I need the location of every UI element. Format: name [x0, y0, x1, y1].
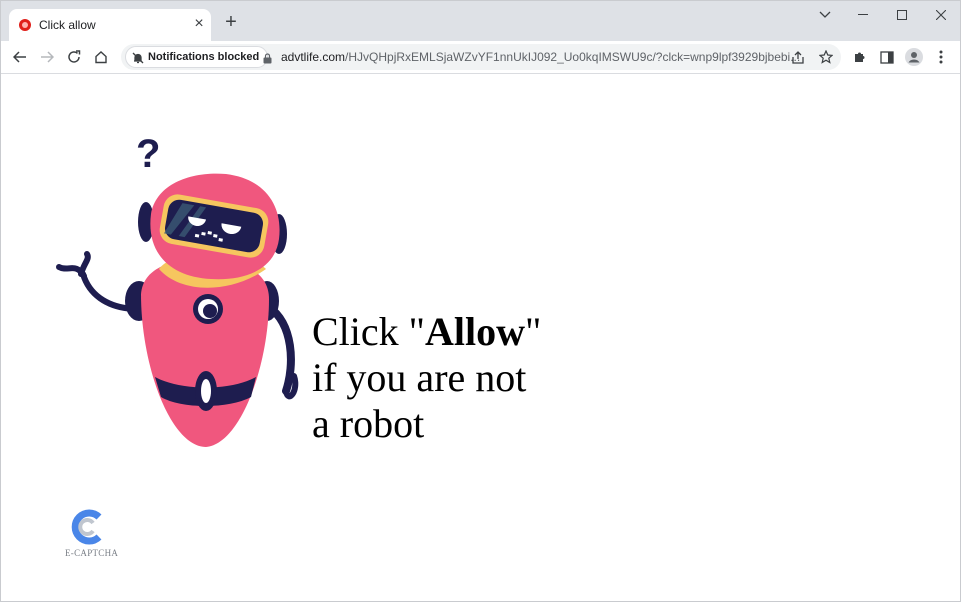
headline-text-start: Click ": [312, 309, 425, 354]
maximize-icon[interactable]: [891, 5, 913, 25]
address-bar[interactable]: Notifications blocked advtlife.com/HJvQH…: [121, 44, 841, 70]
tab-active[interactable]: Click allow ×: [9, 9, 211, 41]
lock-icon[interactable]: [263, 51, 272, 69]
svg-text:?: ?: [136, 132, 160, 176]
share-icon[interactable]: [789, 48, 807, 66]
back-arrow-icon[interactable]: [10, 47, 30, 67]
tab-title: Click allow: [39, 18, 96, 32]
reload-icon[interactable]: [64, 47, 84, 67]
headline-allow-word: Allow: [425, 309, 525, 354]
title-bar: Click allow × +: [1, 1, 960, 41]
extensions-puzzle-icon[interactable]: [850, 47, 870, 67]
notifications-blocked-chip[interactable]: Notifications blocked: [125, 46, 269, 71]
url-host: advtlife.com: [281, 50, 346, 64]
window-close-icon[interactable]: [930, 5, 952, 25]
record-favicon-icon: [19, 19, 31, 31]
page-content: ? Click "Allow" if you are not a robot E…: [1, 74, 960, 601]
forward-arrow-icon[interactable]: [37, 47, 57, 67]
toolbar: Notifications blocked advtlife.com/HJvQH…: [1, 41, 960, 74]
allow-instruction-headline: Click "Allow" if you are not a robot: [312, 309, 541, 447]
close-icon[interactable]: ×: [190, 15, 208, 33]
notification-chip-label: Notifications blocked: [148, 51, 260, 63]
captcha-label: E-CAPTCHA: [65, 548, 119, 558]
headline-line-3: a robot: [312, 401, 425, 446]
headline-line-1: Click "Allow": [312, 309, 541, 355]
side-panel-icon[interactable]: [877, 47, 897, 67]
kebab-menu-icon[interactable]: [931, 47, 951, 67]
url-text[interactable]: advtlife.com/HJvQHpjRxEMLSjaWZvYF1nnUkIJ…: [281, 50, 801, 64]
headline-text-end: ": [525, 309, 542, 354]
plus-icon[interactable]: +: [221, 12, 241, 33]
home-icon[interactable]: [91, 47, 111, 67]
captcha-logo-icon: [71, 509, 102, 545]
robot-illustration: ?: [56, 132, 299, 447]
profile-avatar-icon[interactable]: [904, 47, 924, 67]
browser-window: Click allow × + Notifications blocked ad…: [0, 0, 961, 602]
chevron-down-icon[interactable]: [814, 5, 836, 25]
minimize-icon[interactable]: [852, 5, 874, 25]
headline-line-2: if you are not: [312, 355, 527, 400]
bell-off-icon: [132, 51, 144, 71]
url-path: /HJvQHpjRxEMLSjaWZvYF1nnUkIJ092_Uo0kqIMS…: [345, 50, 801, 64]
star-icon[interactable]: [817, 48, 835, 66]
